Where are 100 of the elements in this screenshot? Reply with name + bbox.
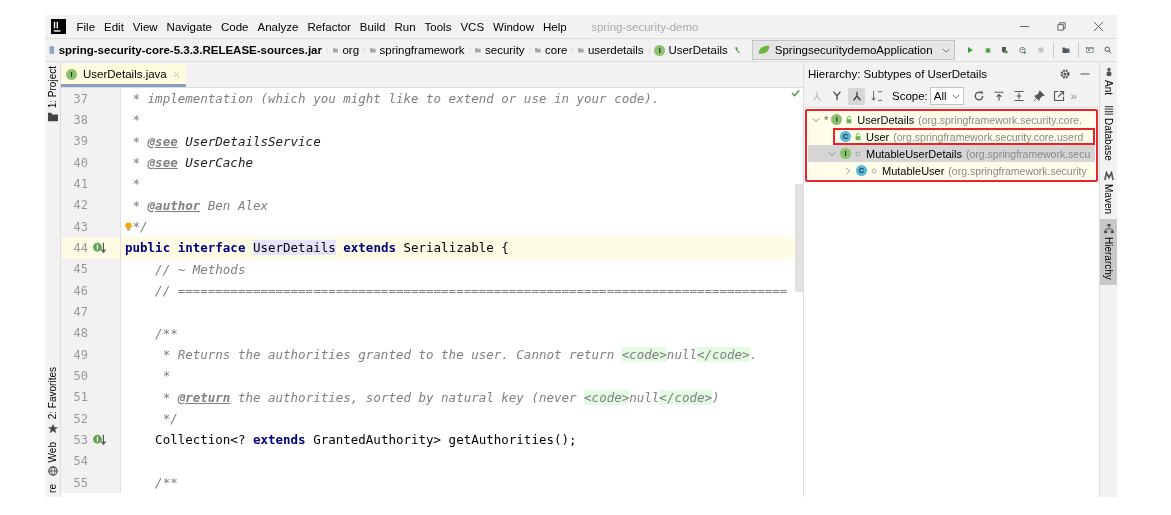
breadcrumb-item[interactable]: UserDetails (668, 44, 728, 56)
menu-item[interactable]: Help (538, 20, 572, 33)
lightbulb-icon[interactable] (125, 221, 132, 232)
code-comment: // ~ Methods (154, 261, 246, 277)
code-keyword: interface (177, 240, 247, 256)
line-number: 48 (72, 326, 88, 341)
code-text: Serializable { (402, 240, 509, 256)
code-comment: * (131, 112, 141, 128)
tool-window-button[interactable]: 2: Favorites (45, 363, 60, 438)
html-tag: </code> (696, 347, 750, 363)
code-comment: * (161, 389, 172, 405)
code-comment: ) (712, 389, 720, 405)
html-tag: <code> (584, 389, 630, 405)
tool-window-button[interactable]: Maven (1100, 165, 1117, 219)
implemented-icon[interactable] (93, 433, 107, 446)
tool-window-button[interactable]: Web (45, 437, 60, 481)
line-number: 54 (72, 454, 88, 469)
line-number: 40 (72, 155, 88, 170)
code-comment: * (131, 176, 141, 192)
line-number: 37 (72, 91, 88, 106)
folder-icon (535, 45, 542, 55)
caret-icon (951, 93, 960, 99)
menu-item[interactable]: Build (355, 20, 390, 33)
tool-window-button[interactable]: Ant (1100, 62, 1117, 100)
view-button[interactable] (848, 87, 865, 105)
menu-item[interactable]: Window (488, 20, 539, 33)
app-logo-icon (51, 19, 66, 34)
breadcrumb-item[interactable]: security (485, 44, 525, 56)
menu-item[interactable]: Analyze (252, 20, 303, 33)
line-number: 44 (72, 240, 88, 255)
menu-item[interactable]: View (128, 20, 163, 33)
menu-item[interactable]: File (72, 20, 100, 33)
html-tag: <code> (621, 347, 667, 363)
folder-icon (332, 45, 339, 55)
line-number: 38 (72, 113, 88, 127)
code-comment: the authorities, sorted by natural key (never (236, 389, 578, 405)
menu-item[interactable]: Edit (99, 20, 129, 33)
tool-window-button[interactable]: 1: Project (45, 62, 60, 364)
line-number: 49 (72, 347, 88, 362)
code-comment: * Returns the authorities granted to the user. Cannot return (161, 347, 616, 363)
doc-tag: @author (147, 197, 201, 213)
code-comment: Ben Alex (206, 197, 268, 213)
breadcrumb-item[interactable]: core (545, 44, 568, 56)
code-comment: * implementation (which you might like to extend or use in your code). (131, 91, 660, 107)
highlighted-identifier: UserDetails (252, 240, 336, 256)
breadcrumb-item[interactable]: userdetails (587, 44, 644, 56)
menu-item[interactable]: Navigate (162, 20, 217, 33)
line-number: 47 (72, 304, 88, 319)
doc-reference: UserDetailsService (184, 133, 321, 149)
menu-item[interactable]: Code (216, 20, 253, 33)
tool-window-button[interactable]: Hierarchy (1100, 218, 1117, 285)
menu-item[interactable]: Run (389, 20, 421, 33)
line-number: 43 (72, 219, 88, 234)
code-keyword: extends (252, 432, 306, 448)
close-icon[interactable] (1093, 21, 1104, 32)
hierarchy-icon (1103, 223, 1114, 234)
tree-icon (850, 90, 863, 102)
breadcrumb-item[interactable]: springframework (379, 44, 465, 56)
line-number: 50 (72, 368, 88, 383)
code-keyword: extends (342, 240, 396, 256)
code-comment: */ (132, 219, 148, 235)
menu-item[interactable]: Refactor (302, 20, 356, 33)
tool-window-button[interactable]: Database (1100, 100, 1117, 166)
code-comment: * (131, 155, 142, 171)
scope-label: Scope: (892, 90, 928, 102)
doc-tag: @see (147, 155, 178, 171)
globe-icon (47, 466, 58, 477)
menu-item[interactable]: Tools (420, 20, 456, 33)
folder-icon (369, 45, 376, 55)
line-number: 55 (72, 475, 88, 490)
restore-icon[interactable] (1056, 21, 1067, 32)
refresh-icon[interactable] (972, 90, 985, 102)
code-comment: * (131, 197, 142, 213)
leaf-icon (756, 43, 771, 57)
code-text: GrantedAuthority> getAuthorities(); (312, 432, 577, 448)
tree-icon (810, 90, 823, 102)
line-number: 41 (72, 176, 88, 191)
breadcrumb-item[interactable]: spring-security-core-5.3.3.RELEASE-sources.jar (58, 44, 322, 56)
database-icon (1103, 105, 1114, 115)
run-configuration-dropdown[interactable]: SpringsecuritydemoApplication (751, 40, 955, 60)
export-icon[interactable] (1052, 90, 1065, 102)
scrollbar[interactable] (795, 184, 803, 292)
settings-icon[interactable] (1059, 67, 1071, 80)
pin-icon[interactable] (1032, 90, 1045, 102)
doc-tag: @see (147, 133, 178, 149)
expand-all-icon[interactable] (1012, 90, 1025, 102)
code-comment: * (131, 133, 142, 149)
code-comment: null (666, 347, 697, 363)
menu-item[interactable]: VCS (455, 20, 489, 33)
line-number: 45 (72, 262, 88, 277)
panel-title: Hierarchy: Subtypes of UserDetails (808, 67, 987, 80)
implemented-icon[interactable] (93, 241, 107, 254)
caret-icon (941, 47, 950, 53)
sort-icon (870, 90, 883, 102)
tool-window-button[interactable]: re (45, 480, 60, 497)
breadcrumb-item[interactable]: org (342, 44, 360, 56)
folder-icon (475, 45, 481, 55)
fork-icon (830, 90, 843, 102)
line-number: 51 (72, 390, 88, 405)
scope-dropdown[interactable]: All (929, 87, 964, 105)
